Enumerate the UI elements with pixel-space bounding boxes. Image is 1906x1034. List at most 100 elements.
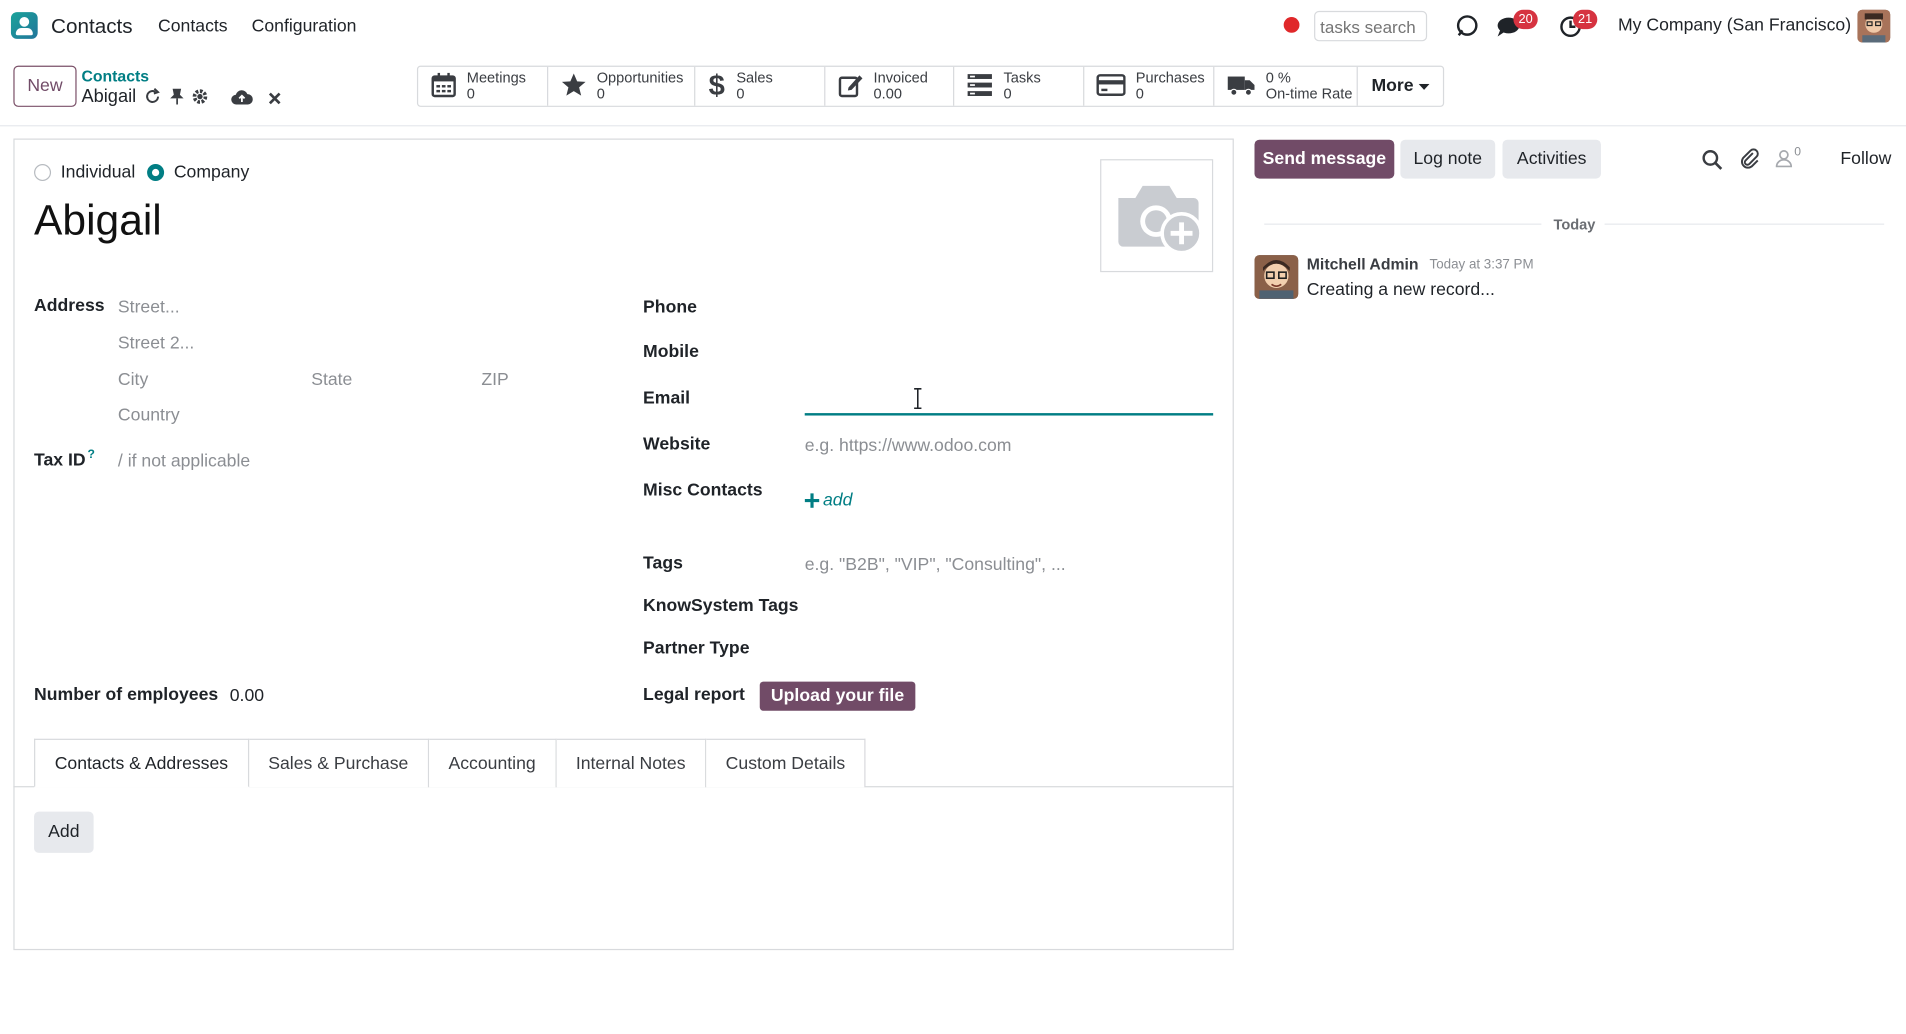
activities-button[interactable]: Activities: [1502, 139, 1601, 179]
search-icon[interactable]: [1702, 149, 1723, 173]
calendar-icon: [430, 71, 457, 101]
email-label: Email: [643, 388, 691, 409]
date-separator-left: [1264, 223, 1542, 225]
employees-input[interactable]: 0.00: [230, 686, 264, 705]
tasks-smart-button[interactable]: Tasks 0: [955, 66, 1085, 106]
taxid-input[interactable]: / if not applicable: [118, 452, 250, 471]
truck-icon: [1227, 72, 1256, 100]
website-input[interactable]: e.g. https://www.odoo.com: [805, 436, 1012, 455]
opportunities-smart-button[interactable]: Opportunities 0: [548, 66, 696, 106]
meetings-value: 0: [466, 85, 475, 103]
mobile-input[interactable]: [805, 340, 1213, 369]
radio-company[interactable]: [147, 164, 165, 182]
smart-buttons-bar: Meetings 0 Opportunities 0 $ Sales 0 Invoic…: [416, 65, 1445, 107]
plus-icon[interactable]: [804, 492, 820, 511]
credit-card-icon: [1096, 72, 1127, 100]
contact-name-field[interactable]: Abigail: [34, 197, 162, 246]
tab-internal-notes[interactable]: Internal Notes: [556, 738, 707, 788]
invoiced-label: Invoiced: [873, 69, 928, 87]
phone-label: Phone: [643, 297, 697, 318]
send-message-button[interactable]: Send message: [1254, 139, 1395, 179]
app-name[interactable]: Contacts: [51, 15, 133, 39]
country-select[interactable]: Country: [118, 406, 180, 425]
on-time-rate-smart-button[interactable]: 0 % On-time Rate: [1215, 66, 1358, 106]
contacts-app-icon[interactable]: [10, 12, 38, 39]
opportunities-value: 0: [596, 85, 605, 103]
mobile-label: Mobile: [643, 342, 699, 363]
follow-button[interactable]: Follow: [1840, 149, 1891, 168]
tags-label: Tags: [643, 554, 683, 574]
more-label: More: [1371, 76, 1414, 96]
sales-smart-button[interactable]: $ Sales 0: [695, 66, 825, 106]
new-button[interactable]: New: [13, 65, 77, 107]
breadcrumb-contacts[interactable]: Contacts: [81, 67, 149, 85]
street2-input[interactable]: Street 2...: [118, 334, 194, 353]
svg-text:$: $: [708, 70, 724, 99]
log-note-button[interactable]: Log note: [1400, 139, 1496, 179]
company-label[interactable]: Company: [174, 163, 249, 182]
on-time-rate-label: On-time Rate: [1265, 85, 1353, 103]
paperclip-icon[interactable]: [1740, 148, 1761, 174]
meetings-smart-button[interactable]: Meetings 0: [418, 66, 549, 106]
individual-label[interactable]: Individual: [61, 163, 135, 182]
tags-input[interactable]: e.g. "B2B", "VIP", "Consulting", ...: [805, 555, 1066, 574]
pin-icon[interactable]: [169, 87, 185, 109]
sales-value: 0: [736, 85, 745, 103]
followers-icon[interactable]: [1775, 149, 1793, 171]
header-divider: [0, 125, 1906, 127]
meetings-label: Meetings: [466, 69, 526, 87]
invoiced-smart-button[interactable]: Invoiced 0.00: [825, 66, 955, 106]
text-cursor-icon: [912, 388, 924, 414]
phone-input[interactable]: [805, 294, 1213, 323]
email-input[interactable]: [805, 384, 1213, 413]
knowsystem-tags-input[interactable]: [805, 593, 1213, 622]
tasks-value: 0: [1003, 85, 1012, 103]
street-input[interactable]: Street...: [118, 298, 180, 317]
discard-icon[interactable]: [267, 90, 282, 109]
upload-file-button[interactable]: Upload your file: [759, 681, 916, 711]
invoiced-value: 0.00: [873, 85, 902, 103]
message-time: Today at 3:37 PM: [1429, 257, 1534, 273]
more-dropdown-button[interactable]: More: [1358, 67, 1443, 106]
purchases-smart-button[interactable]: Purchases 0: [1085, 66, 1215, 106]
knowsystem-tags-label: KnowSystem Tags: [643, 596, 799, 617]
taxid-help-icon[interactable]: ?: [88, 448, 95, 461]
refresh-icon[interactable]: [143, 87, 161, 109]
tab-sales-purchase[interactable]: Sales & Purchase: [248, 738, 430, 788]
tab-contacts-addresses[interactable]: Contacts & Addresses: [34, 738, 249, 788]
menu-contacts[interactable]: Contacts: [158, 17, 228, 36]
tab-custom-details[interactable]: Custom Details: [706, 738, 866, 788]
on-time-rate-value: 0 %: [1265, 69, 1291, 87]
menu-configuration[interactable]: Configuration: [252, 17, 357, 36]
message-author[interactable]: Mitchell Admin: [1307, 255, 1419, 273]
save-cloud-icon[interactable]: [231, 89, 253, 110]
message-author-avatar[interactable]: [1254, 255, 1299, 299]
city-input[interactable]: City: [118, 371, 148, 390]
opportunities-label: Opportunities: [596, 69, 684, 87]
notebook-tabs: Contacts & Addresses Sales & Purchase Ac…: [34, 738, 866, 788]
add-contact-button[interactable]: Add: [34, 811, 94, 853]
company-switcher[interactable]: My Company (San Francisco): [1618, 16, 1851, 35]
zip-input[interactable]: ZIP: [481, 371, 508, 390]
dollar-icon: $: [707, 69, 726, 103]
message-body: Creating a new record...: [1306, 280, 1495, 301]
employees-label: Number of employees: [34, 685, 219, 705]
edit-icon: [837, 71, 864, 101]
tab-accounting[interactable]: Accounting: [429, 738, 557, 788]
misc-contacts-add-link[interactable]: add: [823, 491, 852, 510]
tasks-search-input[interactable]: [1314, 10, 1428, 42]
activities-badge: 21: [1572, 9, 1598, 30]
star-icon: [560, 71, 587, 101]
state-select[interactable]: State: [311, 371, 352, 390]
image-upload-field[interactable]: [1100, 159, 1214, 273]
taxid-label: Tax ID: [34, 450, 86, 471]
email-input-focus-line: [804, 413, 1214, 416]
gear-icon[interactable]: [191, 87, 209, 109]
partner-type-select[interactable]: [805, 635, 1213, 664]
date-separator-right: [1604, 223, 1885, 225]
radio-individual[interactable]: [34, 164, 52, 182]
camera-plus-icon: [1118, 185, 1203, 255]
misc-contacts-label: Misc Contacts: [643, 481, 763, 501]
user-avatar[interactable]: [1857, 9, 1891, 43]
discuss-icon[interactable]: [1455, 13, 1479, 37]
